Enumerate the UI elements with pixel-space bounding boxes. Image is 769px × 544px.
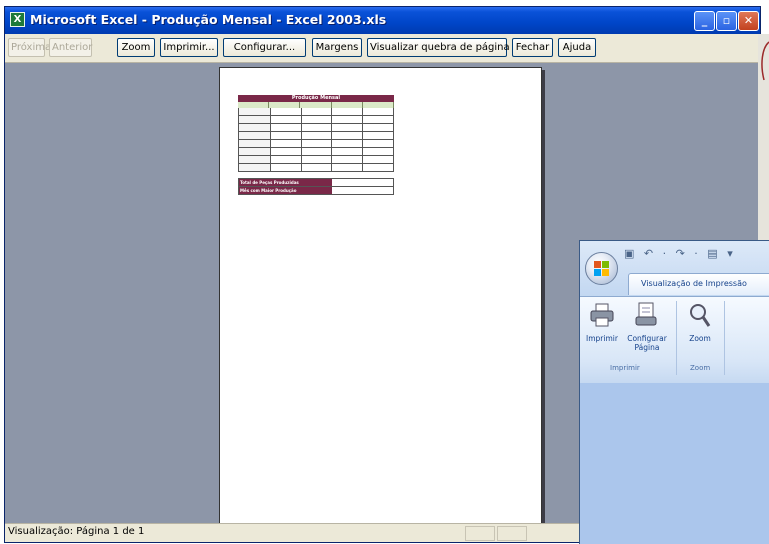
summary-row: Mês com Maior Produção bbox=[238, 187, 394, 195]
ribbon-workspace bbox=[580, 383, 769, 544]
table-row bbox=[238, 148, 394, 156]
table-row bbox=[238, 164, 394, 172]
printer-icon bbox=[590, 303, 614, 327]
sheet-title: Produção Mensal bbox=[238, 95, 394, 102]
quick-access-toolbar[interactable]: ▣ ↶ · ↷ · ▤ ▾ bbox=[624, 247, 736, 260]
excel-icon[interactable]: X bbox=[10, 12, 25, 27]
help-button[interactable]: Ajuda bbox=[558, 38, 596, 57]
background-window-edge bbox=[758, 34, 769, 240]
summary-row: Total de Peças Produzidas bbox=[238, 178, 394, 187]
office-logo-icon bbox=[594, 261, 609, 276]
spreadsheet-thumbnail: Produção Mensal Total de Peças Produzida… bbox=[238, 95, 395, 195]
margins-button[interactable]: Margens bbox=[312, 38, 362, 57]
table-row bbox=[238, 108, 394, 116]
magnifier-icon bbox=[690, 304, 711, 327]
ribbon-zoom-button[interactable]: Zoom bbox=[680, 301, 720, 343]
minimize-button[interactable]: _ bbox=[694, 11, 715, 31]
ribbon-header: ▣ ↶ · ↷ · ▤ ▾ Visualização de Impressão bbox=[580, 241, 769, 297]
group-label-zoom: Zoom bbox=[690, 364, 711, 372]
ribbon-print-button[interactable]: Imprimir bbox=[582, 301, 622, 343]
ribbon-page-setup-label: Configurar Página bbox=[627, 334, 667, 352]
print-preview-toolbar: Próxima Anterior Zoom Imprimir... Config… bbox=[5, 34, 760, 63]
table-row bbox=[238, 116, 394, 124]
close-preview-button[interactable]: Fechar bbox=[512, 38, 553, 57]
ribbon-print-label: Imprimir bbox=[586, 334, 618, 343]
summary-value bbox=[332, 179, 393, 186]
title-bar[interactable]: X Microsoft Excel - Produção Mensal - Ex… bbox=[5, 7, 760, 34]
group-separator bbox=[676, 301, 677, 375]
table-row bbox=[238, 156, 394, 164]
table-row bbox=[238, 124, 394, 132]
previous-page-button[interactable]: Anterior bbox=[49, 38, 92, 57]
page-break-preview-button[interactable]: Visualizar quebra de página bbox=[367, 38, 510, 57]
summary-value bbox=[332, 187, 393, 194]
next-page-button[interactable]: Próxima bbox=[8, 38, 51, 57]
status-panel bbox=[465, 526, 495, 541]
group-label-print: Imprimir bbox=[610, 364, 640, 372]
ribbon: Imprimir Configurar Página Zoom Imprimir… bbox=[580, 296, 769, 384]
ribbon-page-setup-button[interactable]: Configurar Página bbox=[622, 301, 672, 352]
office2007-ribbon-screenshot: ▣ ↶ · ↷ · ▤ ▾ Visualização de Impressão … bbox=[579, 240, 769, 544]
table-row bbox=[238, 132, 394, 140]
page-setup-icon bbox=[635, 302, 657, 326]
summary-label: Total de Peças Produzidas bbox=[239, 179, 332, 186]
tab-print-preview[interactable]: Visualização de Impressão bbox=[628, 273, 769, 295]
window-title: Microsoft Excel - Produção Mensal - Exce… bbox=[30, 12, 387, 27]
maximize-button[interactable]: ▫ bbox=[716, 11, 737, 31]
ribbon-zoom-label: Zoom bbox=[689, 334, 711, 343]
setup-button[interactable]: Configurar... bbox=[223, 38, 306, 57]
print-button[interactable]: Imprimir... bbox=[160, 38, 218, 57]
summary-label: Mês com Maior Produção bbox=[239, 187, 332, 194]
group-separator bbox=[724, 301, 725, 375]
status-panel bbox=[497, 526, 527, 541]
red-curve-decoration bbox=[761, 41, 769, 81]
preview-page[interactable]: Produção Mensal Total de Peças Produzida… bbox=[219, 67, 542, 527]
office-button[interactable] bbox=[585, 252, 618, 285]
close-button[interactable]: ✕ bbox=[738, 11, 759, 31]
zoom-button[interactable]: Zoom bbox=[117, 38, 155, 57]
status-text: Visualização: Página 1 de 1 bbox=[8, 526, 145, 537]
table-row bbox=[238, 140, 394, 148]
